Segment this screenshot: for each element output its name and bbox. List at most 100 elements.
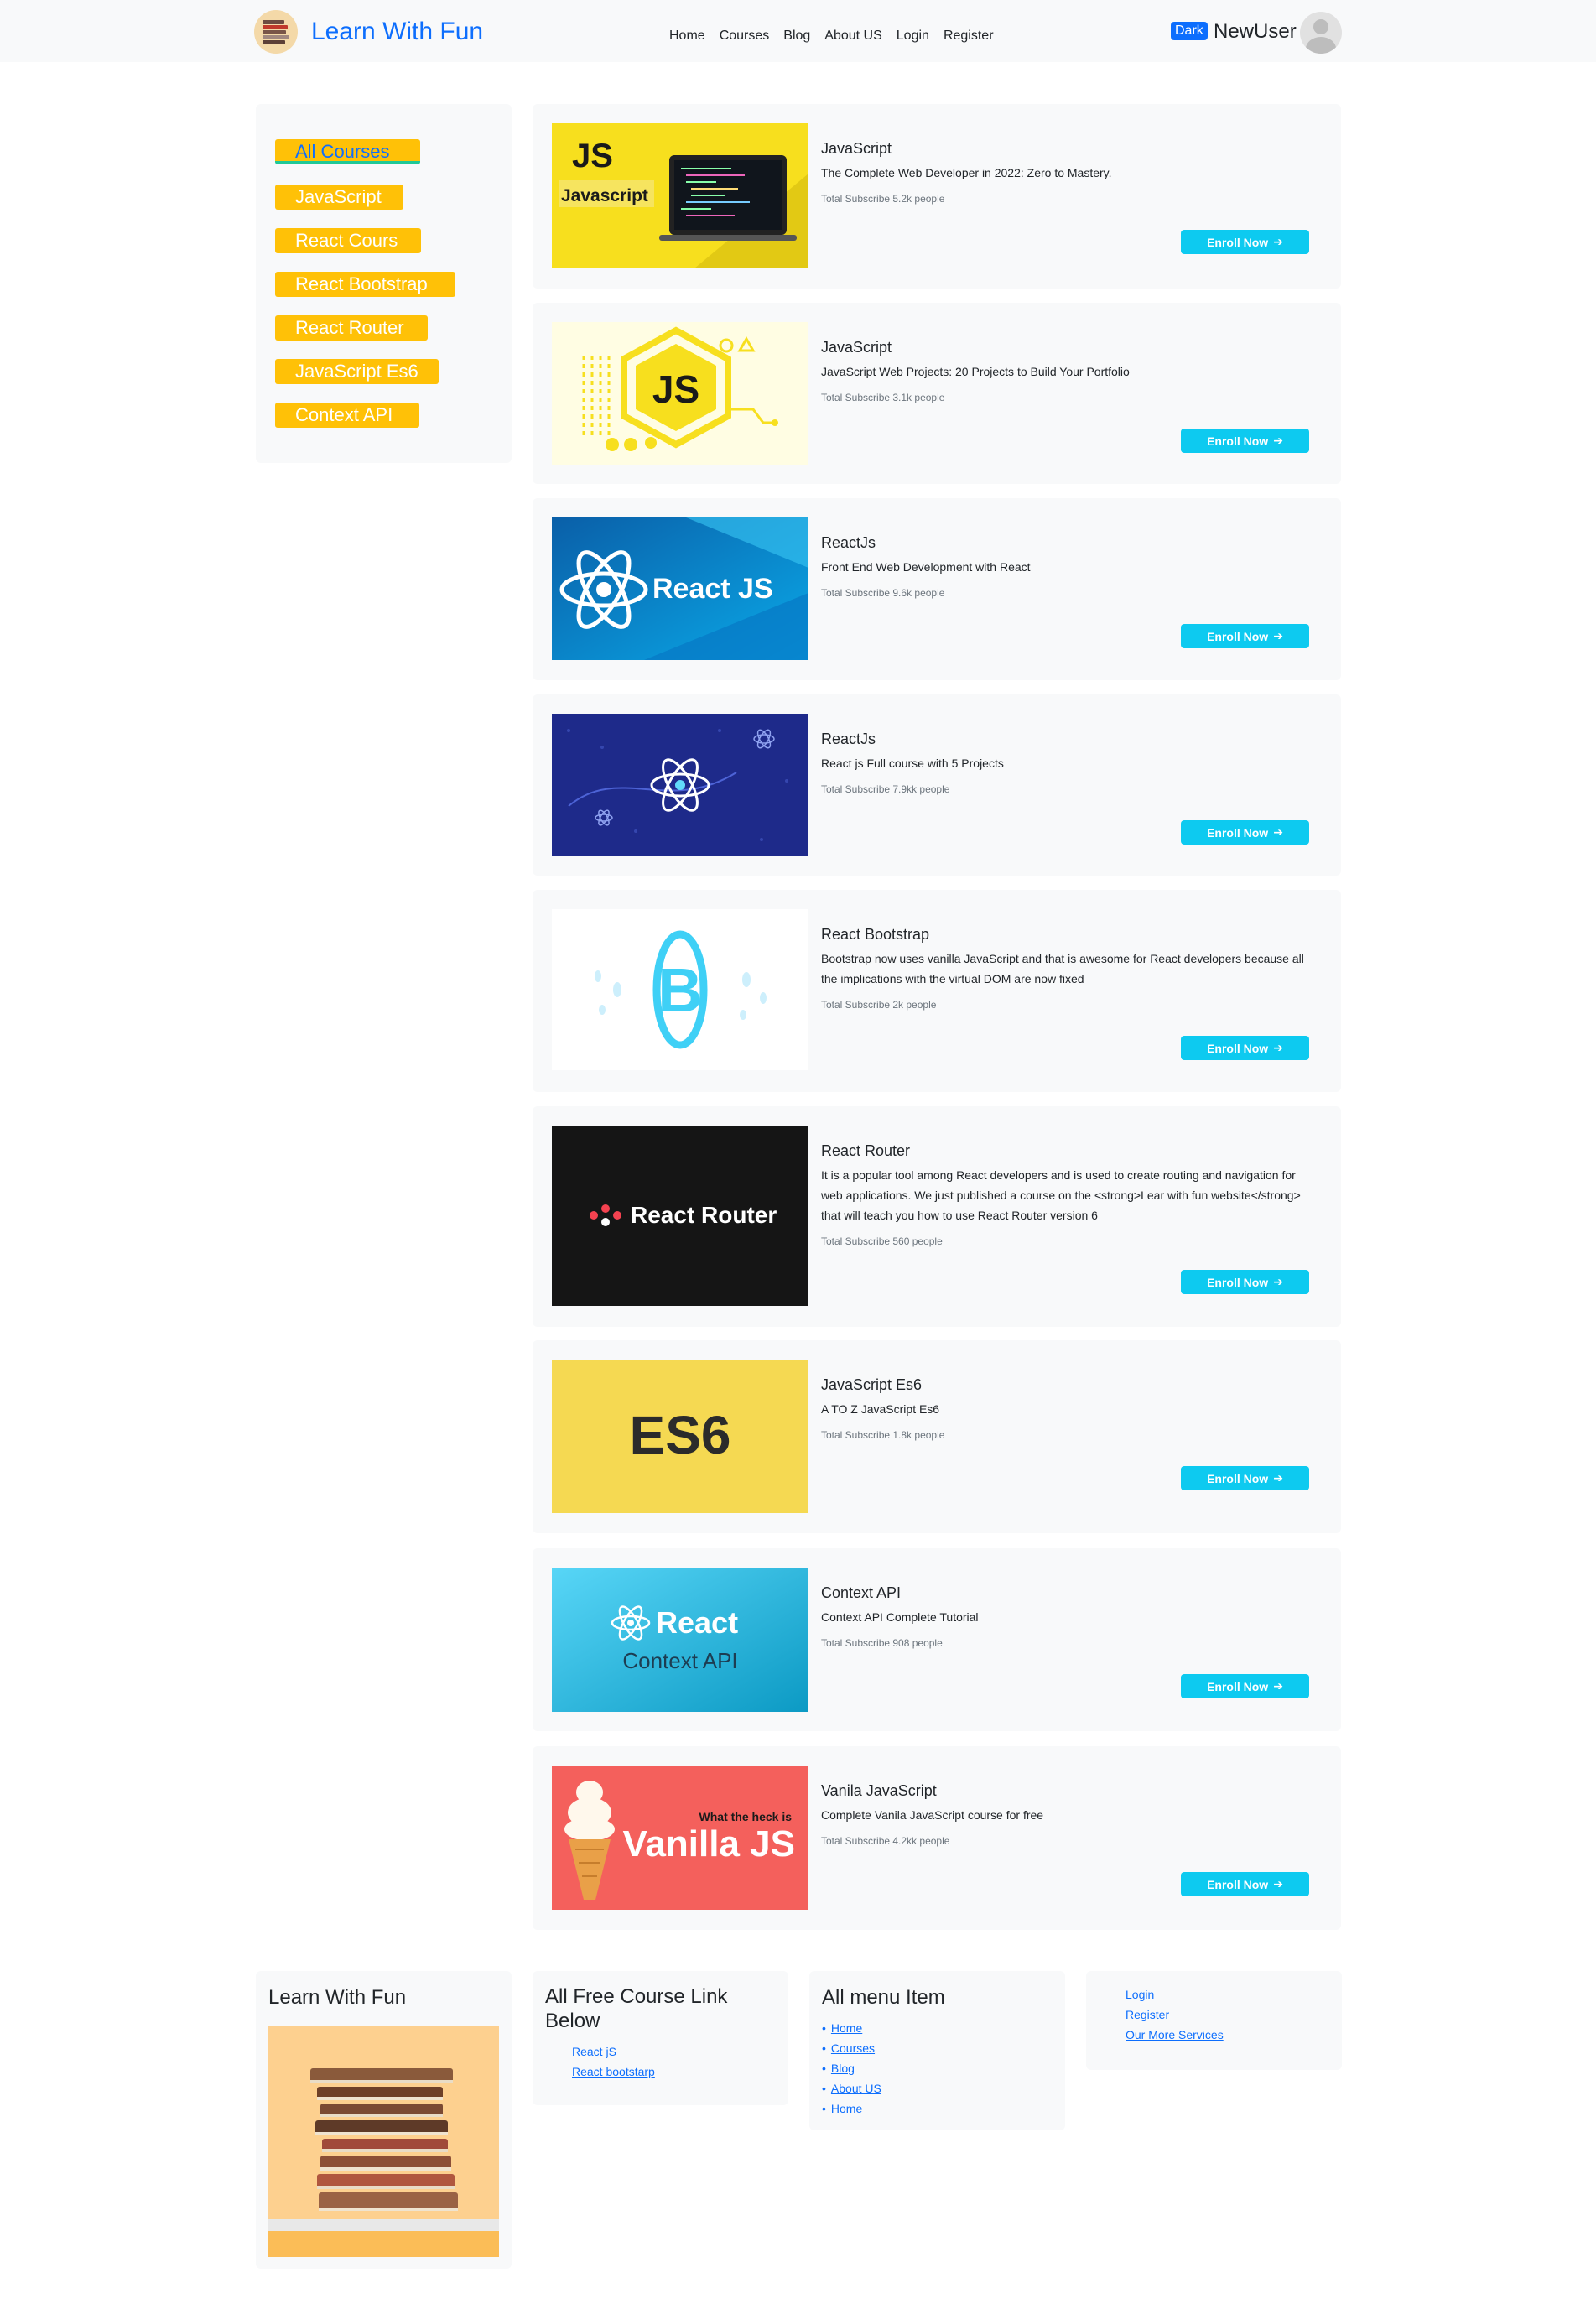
course-info: JavaScript The Complete Web Developer in… — [821, 140, 1307, 205]
footer-link-react-bootstrap[interactable]: React bootstarp — [572, 2062, 655, 2082]
brand[interactable]: Learn With Fun — [254, 10, 483, 54]
course-card: JS JavaScript JavaScript Web Projects: 2… — [533, 303, 1341, 484]
category-javascript-es6[interactable]: JavaScript Es6 — [275, 359, 439, 384]
course-subscribers: Total Subscribe 2k people — [821, 999, 937, 1011]
category-context-api[interactable]: Context API — [275, 403, 419, 428]
svg-text:JS: JS — [652, 367, 699, 411]
course-info: React Bootstrap Bootstrap now uses vanil… — [821, 926, 1307, 1011]
books-logo-icon — [254, 10, 298, 54]
footer-brand-box: Learn With Fun — [256, 1971, 512, 2269]
course-description: Front End Web Development with React — [821, 560, 1031, 574]
enroll-now-button[interactable]: Enroll Now ➔ — [1181, 1674, 1309, 1698]
footer-menu-about[interactable]: About US — [831, 2082, 881, 2095]
course-card: ES6 JavaScript Es6 A TO Z JavaScript Es6… — [533, 1340, 1341, 1533]
user-avatar-icon[interactable] — [1300, 12, 1342, 54]
course-info: ReactJs Front End Web Development with R… — [821, 534, 1307, 599]
arrow-right-icon: ➔ — [1273, 1471, 1283, 1485]
course-image: ES6 — [552, 1360, 808, 1513]
nav-link-blog[interactable]: Blog — [783, 29, 810, 44]
footer-menu-courses[interactable]: Courses — [831, 2041, 875, 2055]
svg-text:ES6: ES6 — [630, 1405, 731, 1465]
nav-link-about[interactable]: About US — [824, 29, 881, 44]
course-subscribers: Total Subscribe 1.8k people — [821, 1429, 945, 1441]
bullet-icon: • — [822, 2082, 826, 2095]
bullet-icon: • — [822, 2102, 826, 2115]
course-title: React Router — [821, 1142, 911, 1159]
category-javascript[interactable]: JavaScript — [275, 185, 403, 210]
course-image: JS — [552, 322, 808, 465]
footer-account-box: Login Register Our More Services — [1086, 1971, 1342, 2070]
course-description: The Complete Web Developer in 2022: Zero… — [821, 166, 1112, 179]
footer-link-more-services[interactable]: Our More Services — [1126, 2025, 1224, 2045]
course-info: Vanila JavaScript Complete Vanila JavaSc… — [821, 1782, 1307, 1847]
course-subscribers: Total Subscribe 4.2kk people — [821, 1835, 950, 1847]
footer-menu-blog[interactable]: Blog — [831, 2062, 855, 2075]
enroll-now-button[interactable]: Enroll Now ➔ — [1181, 230, 1309, 254]
enroll-now-button[interactable]: Enroll Now ➔ — [1181, 1466, 1309, 1490]
course-title: ReactJs — [821, 731, 876, 747]
course-subscribers: Total Subscribe 3.1k people — [821, 392, 945, 403]
arrow-right-icon: ➔ — [1273, 235, 1283, 248]
course-title: ReactJs — [821, 534, 876, 551]
svg-text:Context API: Context API — [622, 1648, 737, 1673]
footer-brand: Learn With Fun — [268, 1986, 407, 2009]
enroll-now-button[interactable]: Enroll Now ➔ — [1181, 624, 1309, 648]
category-all-courses[interactable]: All Courses — [275, 139, 420, 164]
footer-menu-list: • Home • Courses • Blog • About US • Home — [822, 2018, 881, 2119]
nav-link-home[interactable]: Home — [669, 29, 705, 44]
enroll-now-button[interactable]: Enroll Now ➔ — [1181, 1872, 1309, 1896]
footer-free-links-box: All Free Course Link Below React jS Reac… — [533, 1971, 788, 2105]
course-info: ReactJs React js Full course with 5 Proj… — [821, 731, 1307, 795]
course-description: Bootstrap now uses vanilla JavaScript an… — [821, 952, 1304, 985]
nav-link-login[interactable]: Login — [897, 29, 929, 44]
nav-links: Home Courses Blog About US Login Registe… — [669, 29, 994, 44]
category-react-bootstrap[interactable]: React Bootstrap — [275, 272, 455, 297]
course-card: React Router React Router It is a popula… — [533, 1106, 1341, 1327]
books-stack-image — [268, 2026, 499, 2257]
arrow-right-icon: ➔ — [1273, 825, 1283, 839]
course-title: JavaScript — [821, 140, 892, 157]
nav-link-courses[interactable]: Courses — [720, 29, 770, 44]
course-subscribers: Total Subscribe 9.6k people — [821, 587, 945, 599]
course-card: ReactJs React js Full course with 5 Proj… — [533, 694, 1341, 876]
course-card: React Context API Context API Context AP… — [533, 1548, 1341, 1731]
course-info: JavaScript Es6 A TO Z JavaScript Es6 Tot… — [821, 1376, 1307, 1441]
course-card: B React Bootstrap Bootstrap now uses van… — [533, 890, 1341, 1092]
svg-text:React JS: React JS — [652, 573, 773, 605]
footer-link-login[interactable]: Login — [1126, 1984, 1224, 2005]
course-title: JavaScript Es6 — [821, 1376, 923, 1393]
svg-text:What the heck is: What the heck is — [699, 1810, 793, 1823]
footer-menu-home[interactable]: Home — [831, 2021, 862, 2035]
footer-menu-home-2[interactable]: Home — [831, 2102, 862, 2115]
bullet-icon: • — [822, 2041, 826, 2055]
course-image — [552, 714, 808, 856]
arrow-right-icon: ➔ — [1273, 1877, 1283, 1890]
enroll-now-button[interactable]: Enroll Now ➔ — [1181, 429, 1309, 453]
course-image: React Router — [552, 1126, 808, 1306]
footer-account-links: Login Register Our More Services — [1126, 1984, 1224, 2045]
footer-link-register[interactable]: Register — [1126, 2005, 1224, 2025]
footer-link-react-js[interactable]: React jS — [572, 2041, 655, 2062]
nav-link-register[interactable]: Register — [944, 29, 994, 44]
course-image: React JS — [552, 517, 808, 660]
course-card: React JS ReactJs Front End Web Developme… — [533, 498, 1341, 680]
svg-text:JS: JS — [572, 138, 613, 174]
dark-mode-toggle[interactable]: Dark — [1171, 22, 1208, 40]
course-image: JS Javascript — [552, 123, 808, 268]
svg-text:React Router: React Router — [631, 1202, 777, 1228]
navbar: Learn With Fun Home Courses Blog About U… — [0, 0, 1596, 62]
course-subscribers: Total Subscribe 908 people — [821, 1637, 943, 1649]
course-info: Context API Context API Complete Tutoria… — [821, 1584, 1307, 1649]
enroll-now-button[interactable]: Enroll Now ➔ — [1181, 1036, 1309, 1060]
category-react-router[interactable]: React Router — [275, 315, 428, 341]
enroll-now-button[interactable]: Enroll Now ➔ — [1181, 820, 1309, 845]
arrow-right-icon: ➔ — [1273, 434, 1283, 447]
category-react-course[interactable]: React Cours — [275, 228, 421, 253]
course-title: Vanila JavaScript — [821, 1782, 937, 1799]
svg-text:B: B — [658, 955, 702, 1025]
course-image: What the heck is Vanilla JS — [552, 1766, 808, 1910]
course-description: Complete Vanila JavaScript course for fr… — [821, 1808, 1044, 1822]
course-description: JavaScript Web Projects: 20 Projects to … — [821, 365, 1130, 378]
course-title: React Bootstrap — [821, 926, 930, 943]
enroll-now-button[interactable]: Enroll Now ➔ — [1181, 1270, 1309, 1294]
